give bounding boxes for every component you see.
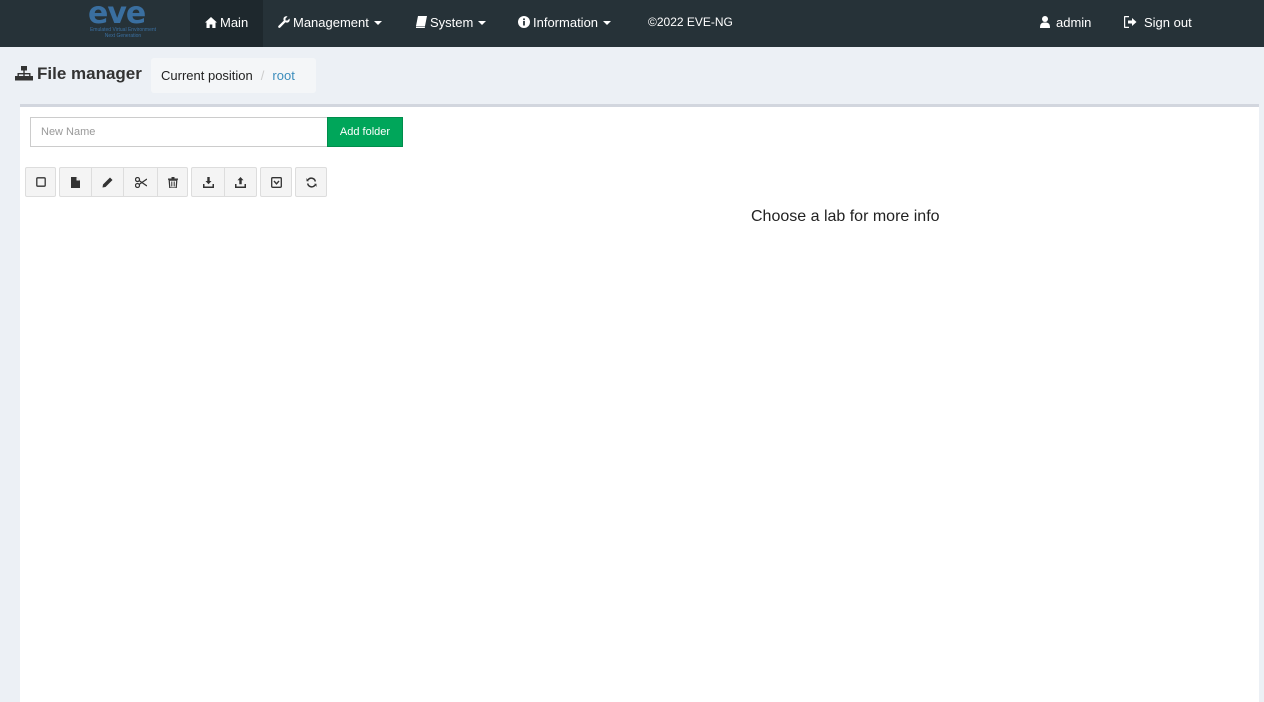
nav-information-label: Information xyxy=(533,15,599,30)
sign-out-label: Sign out xyxy=(1144,15,1192,30)
select-all-button[interactable] xyxy=(25,167,56,197)
cut-button[interactable] xyxy=(123,167,158,197)
import-button[interactable] xyxy=(191,167,225,197)
breadcrumb-root-link[interactable]: root xyxy=(272,68,294,83)
user-name: admin xyxy=(1056,15,1092,30)
new-file-icon xyxy=(71,176,80,188)
lab-info-placeholder: Choose a lab for more info xyxy=(751,208,940,225)
page-title: File manager xyxy=(15,62,142,86)
logo-tagline-2: Next Generation xyxy=(104,33,142,39)
user-icon xyxy=(1040,16,1050,28)
refresh-icon xyxy=(306,177,316,187)
move-to-icon xyxy=(270,176,282,188)
download-icon xyxy=(202,176,214,188)
nav-management-label: Management xyxy=(293,15,369,30)
upload-icon xyxy=(235,176,246,188)
breadcrumb-separator: / xyxy=(260,68,265,83)
nav-system[interactable]: System xyxy=(416,0,487,47)
wrench-icon xyxy=(278,16,290,28)
eve-logo[interactable]: eve Emulated Virtual Environment Next Ge… xyxy=(78,0,168,42)
add-folder-button[interactable]: Add folder xyxy=(327,117,403,147)
pencil-icon xyxy=(102,177,113,187)
move-button[interactable] xyxy=(260,167,292,197)
sitemap-icon xyxy=(15,66,33,81)
book-icon xyxy=(416,16,427,28)
trash-icon xyxy=(167,176,178,188)
rename-button[interactable] xyxy=(91,167,124,197)
caret-down-icon xyxy=(373,21,382,25)
copyright-text: ©2022 EVE-NG xyxy=(648,15,733,29)
sign-out-icon xyxy=(1123,15,1137,29)
breadcrumb: Current position / root xyxy=(151,58,316,93)
page-title-text: File manager xyxy=(37,64,142,83)
nav-main[interactable]: Main xyxy=(190,0,263,47)
delete-button[interactable] xyxy=(157,167,188,197)
top-navbar: eve Emulated Virtual Environment Next Ge… xyxy=(0,0,1264,47)
user-menu[interactable]: admin xyxy=(1040,0,1091,47)
refresh-button[interactable] xyxy=(295,167,327,197)
home-icon xyxy=(205,17,217,28)
nav-management[interactable]: Management xyxy=(278,0,382,47)
export-button[interactable] xyxy=(224,167,257,197)
info-circle-icon xyxy=(518,16,530,28)
new-folder-name-input[interactable] xyxy=(30,117,328,147)
nav-main-label: Main xyxy=(220,15,249,30)
checkbox-icon xyxy=(35,177,46,187)
sign-out-link[interactable]: Sign out xyxy=(1123,0,1192,47)
breadcrumb-label: Current position xyxy=(161,68,253,83)
caret-down-icon xyxy=(478,21,487,25)
nav-system-label: System xyxy=(430,15,474,30)
caret-down-icon xyxy=(603,21,612,25)
new-file-button[interactable] xyxy=(59,167,92,197)
nav-information[interactable]: Information xyxy=(518,0,612,47)
scissors-icon xyxy=(134,176,147,188)
